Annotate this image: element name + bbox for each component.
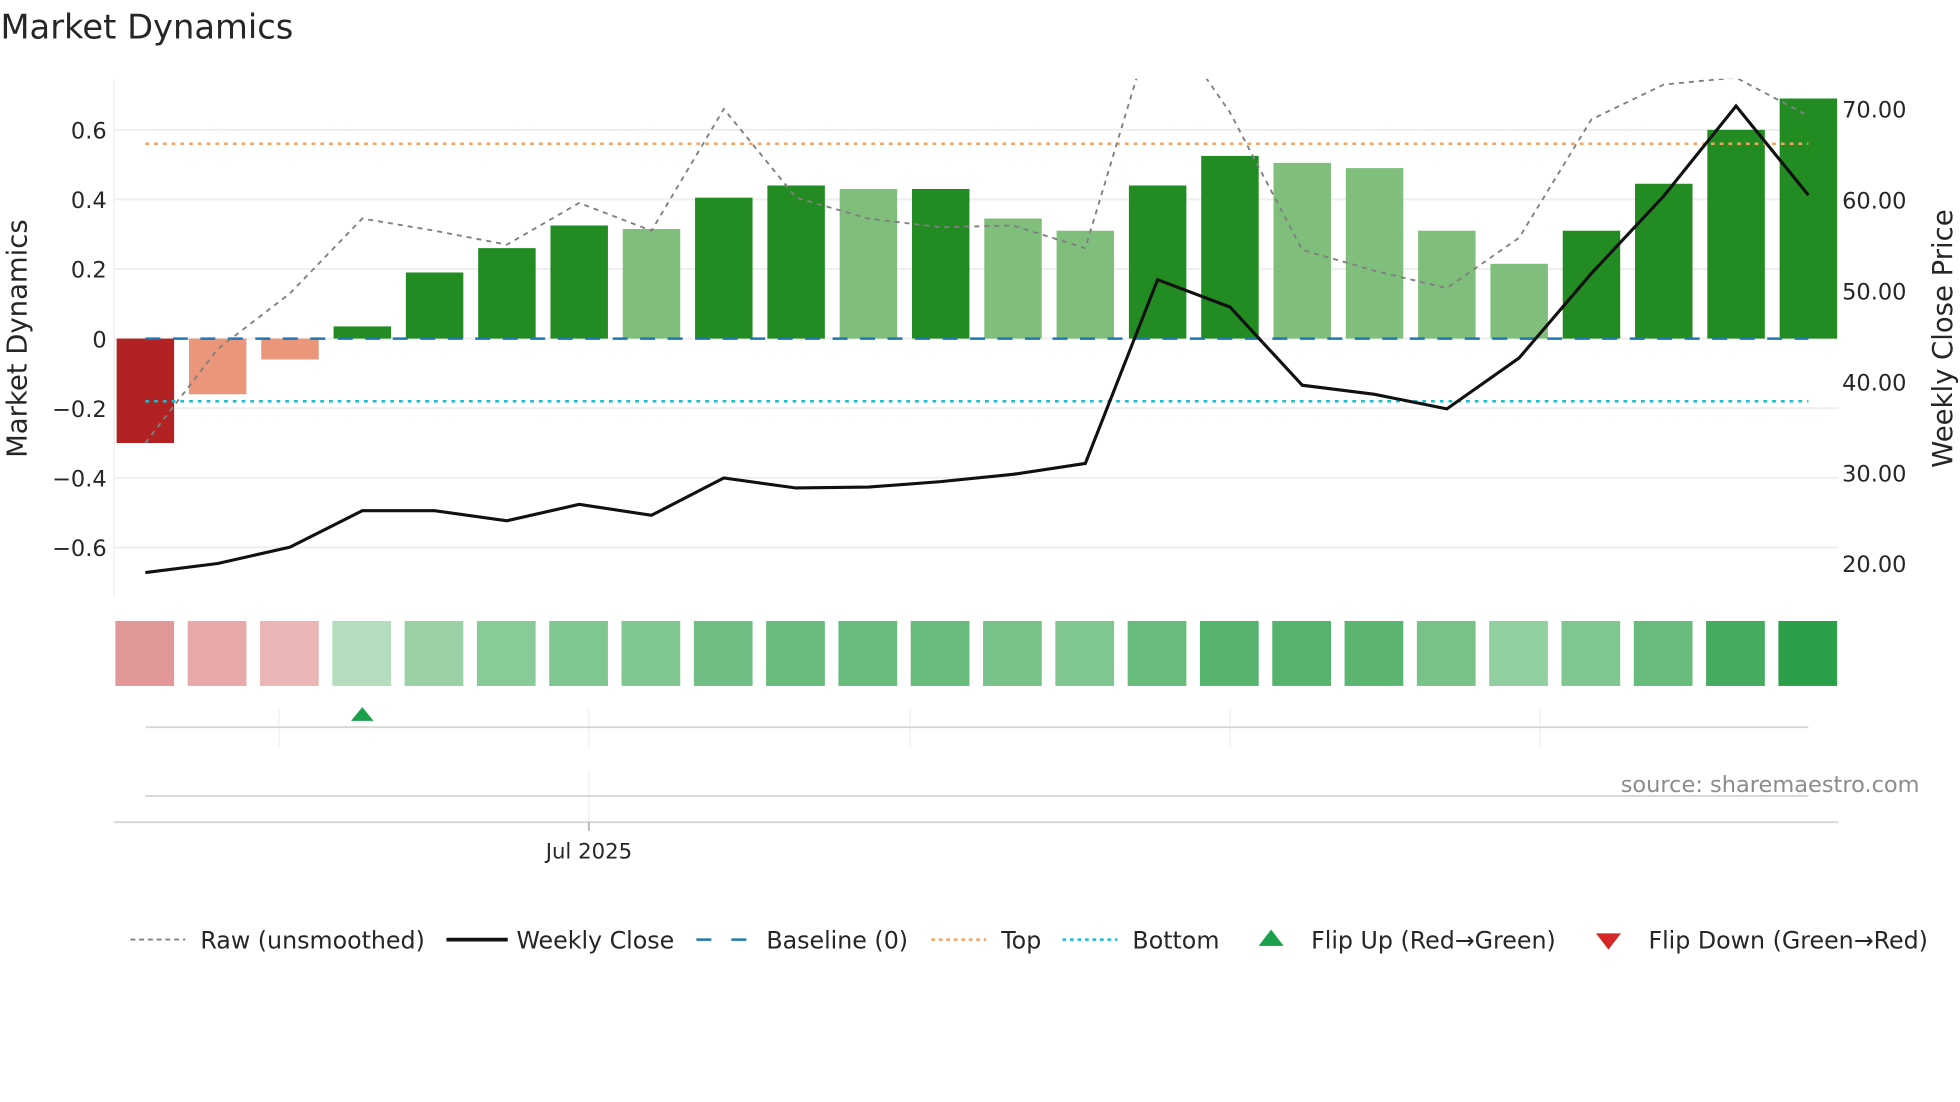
legend-label: Baseline (0): [766, 926, 908, 954]
bar: [1635, 183, 1693, 339]
strip-cell: [1416, 620, 1476, 686]
bar: [188, 338, 247, 395]
strip-cell: [983, 620, 1042, 686]
bar: [478, 248, 536, 339]
bar: [1128, 185, 1187, 339]
y2-tick-label: 50.00: [1842, 279, 1906, 305]
bar: [839, 188, 898, 339]
strip-cell: [1633, 620, 1693, 686]
strip-cell: [260, 620, 319, 686]
strip-cell: [1561, 620, 1621, 686]
strip-cell: [476, 620, 536, 686]
legend-label: Weekly Close: [516, 926, 674, 954]
y-tick-label: −0.2: [52, 397, 107, 423]
bar: [1201, 155, 1259, 339]
y-axis-label: Market Dynamics: [2, 219, 34, 458]
y-tick-label: 0.4: [71, 188, 107, 214]
bar: [405, 272, 464, 339]
bar: [550, 225, 608, 339]
y-tick-label: −0.6: [52, 536, 107, 562]
strip-cell: [693, 620, 753, 686]
y-tick-label: 0.6: [71, 119, 107, 145]
y2-tick-label: 20.00: [1842, 552, 1906, 578]
y-tick-label: 0: [92, 327, 106, 353]
strip-cell: [332, 620, 392, 686]
chart-title: Market Dynamics: [0, 8, 293, 47]
x-tick-label: Jul 2025: [544, 839, 632, 864]
bar: [767, 185, 825, 339]
legend-label: Flip Up (Red→Green): [1311, 926, 1556, 954]
strip-cell: [621, 620, 681, 686]
bar: [333, 326, 392, 339]
bar: [984, 218, 1042, 339]
strip-cell: [1199, 620, 1259, 686]
strip-cell: [187, 620, 247, 686]
strip-cell: [549, 620, 608, 686]
y2-tick-label: 40.00: [1842, 370, 1906, 396]
bar: [911, 188, 970, 339]
flip-up-marker: [351, 707, 374, 721]
bar: [1056, 230, 1115, 339]
bar: [1779, 98, 1838, 339]
strip-cell: [766, 620, 825, 686]
legend-label: Raw (unsmoothed): [200, 926, 424, 954]
legend-label: Bottom: [1132, 926, 1219, 954]
strip-cell: [1272, 620, 1331, 686]
strip-cell: [1344, 620, 1404, 686]
strip-cell: [404, 620, 464, 686]
bar: [1707, 129, 1765, 339]
bar: [622, 228, 681, 339]
market-dynamics-chart: Market Dynamics 0.6 0.4 0.2 0 −0.2 −0.4 −0.6 70…: [0, 8, 1959, 955]
bar: [1273, 162, 1331, 339]
bar: [1418, 230, 1476, 339]
strip-cell: [910, 620, 970, 686]
legend-label: Flip Down (Green→Red): [1648, 926, 1927, 954]
y2-axis-label: Weekly Close Price: [1927, 209, 1959, 467]
bar: [1345, 168, 1404, 339]
y-tick-label: −0.4: [52, 467, 107, 493]
bar: [1490, 263, 1548, 339]
strip-cell: [1489, 620, 1548, 686]
strip-cell: [838, 620, 898, 686]
legend-flip-up-icon: [1258, 929, 1284, 946]
bar: [116, 338, 175, 443]
strip-cell: [1706, 620, 1765, 686]
bar: [695, 197, 753, 339]
legend-flip-down-icon: [1595, 933, 1621, 950]
y2-tick-label: 30.00: [1842, 461, 1906, 487]
strip-cell: [1127, 620, 1187, 686]
y2-tick-label: 70.00: [1842, 97, 1906, 123]
legend-label: Top: [1000, 926, 1041, 954]
strip-cell: [1055, 620, 1115, 686]
source-label: source: sharemaestro.com: [1621, 772, 1920, 798]
raw-line: [144, 78, 1809, 444]
bar: [261, 338, 319, 360]
bar: [1562, 230, 1621, 339]
y2-tick-label: 60.00: [1842, 188, 1906, 214]
strip-cell: [1778, 620, 1838, 686]
y-tick-label: 0.2: [71, 258, 107, 284]
strip-cell: [115, 620, 175, 686]
